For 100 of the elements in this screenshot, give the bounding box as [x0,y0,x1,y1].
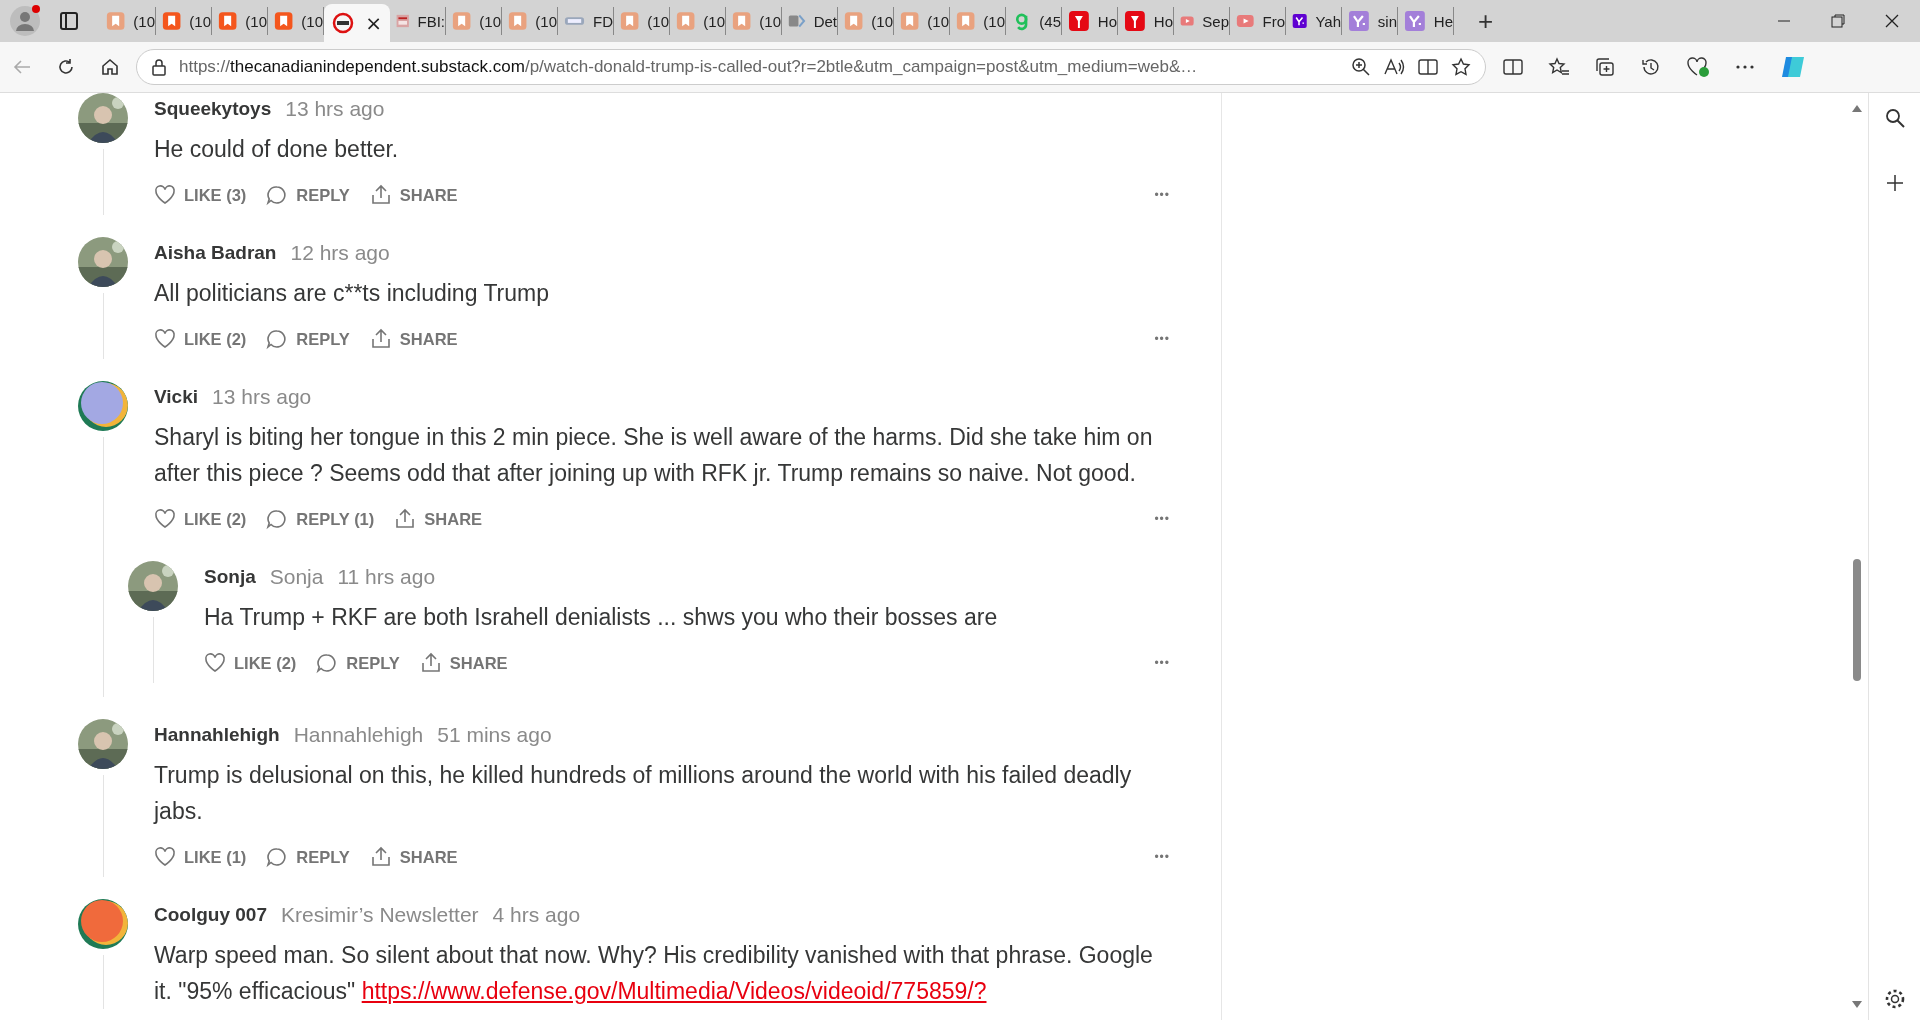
browser-tab[interactable]: FBI: [390,7,446,35]
browser-tab[interactable]: Ho [1062,7,1118,35]
reply-button[interactable]: REPLY [266,328,350,350]
browser-tab[interactable]: Det [782,7,838,35]
reply-button[interactable]: REPLY [266,184,350,206]
browser-tab[interactable]: (10 [446,7,502,35]
browser-tab[interactable]: Yah [1286,7,1342,35]
reply-button[interactable]: REPLY [266,846,350,868]
comment-text: He could of done better. [154,135,400,164]
favorites-icon[interactable] [1548,57,1570,77]
browser-tab[interactable]: (45 [1006,7,1062,35]
restore-icon[interactable] [1830,13,1846,29]
more-options-button[interactable]: ••• [1154,656,1170,670]
author-name[interactable]: Hannahlehigh [154,724,280,746]
scroll-up-icon[interactable] [1851,103,1863,113]
refresh-icon[interactable] [56,57,76,77]
browser-tab[interactable]: Sep [1174,7,1230,35]
favorite-star-icon[interactable] [1451,57,1471,77]
speech-bubble-icon [266,328,289,350]
author-name[interactable]: Aisha Badran [154,242,277,264]
comment-text: Sharyl is biting her tongue in this 2 min piece. She is well aware of the harms. Did she take him on after this piece ? Seems odd that after joining up with RFK jr. Trump remains so naive. Not good. [154,423,1154,488]
site-logo-icon [332,12,354,34]
more-options-button[interactable]: ••• [1154,850,1170,864]
zoom-icon[interactable] [1351,57,1371,77]
reply-button[interactable]: REPLY (1) [266,508,375,530]
more-options-button[interactable]: ••• [1154,332,1170,346]
link[interactable]: https://www.defense.gov/Multimedia/Videos/videoid/775859/? [361,978,987,1004]
speech-bubble-icon [266,184,289,206]
url-text: https://thecanadianindependent.substack.com/p/watch-donald-trump-is-called-out?r=2btle&utm_campaign=post&utm_medium=web&… [179,57,1199,77]
browser-tab[interactable]: (10 [156,7,212,35]
comment-text: All politicians are c**ts including Trump [154,279,550,308]
bookmark-icon [106,10,126,32]
browser-tab[interactable]: sin [1342,7,1398,35]
browser-tab[interactable]: FD [558,7,614,35]
speech-bubble-icon [266,846,289,868]
browser-tab[interactable]: × [324,4,390,42]
browser-tab[interactable]: (10 [502,7,558,35]
browser-tab[interactable]: (10 [614,7,670,35]
split-screen-icon[interactable] [1502,57,1524,77]
immersive-reader-icon[interactable] [1417,57,1439,77]
browser-tab[interactable]: Ho [1118,7,1174,35]
like-button[interactable]: LIKE (2) [154,508,247,530]
y-logo-icon [1404,10,1426,32]
browser-tab[interactable]: (10 [838,7,894,35]
close-tab-button[interactable]: × [365,11,382,35]
author-name[interactable]: Squeekytoys [154,98,272,120]
read-aloud-icon[interactable] [1383,57,1405,77]
share-icon [369,328,392,350]
share-button[interactable]: SHARE [369,184,458,206]
author-name[interactable]: Vicki [154,386,199,408]
author-name[interactable]: Sonja [204,566,256,588]
bookmark-icon [218,10,238,32]
browser-tab[interactable]: (10 [100,7,156,35]
more-options-button[interactable]: ••• [1154,512,1170,526]
share-icon [419,652,442,674]
share-button[interactable]: SHARE [419,652,508,674]
address-bar[interactable]: https://thecanadianindependent.substack.com/p/watch-donald-trump-is-called-out?r=2btle&utm_campaign=post&utm_medium=web&… [136,49,1486,85]
browser-tab[interactable]: (10 [894,7,950,35]
browser-tab[interactable]: (10 [950,7,1006,35]
home-icon[interactable] [100,57,120,77]
author-name[interactable]: Coolguy 007 [154,904,267,926]
share-button[interactable]: SHARE [394,508,483,530]
lock-icon[interactable] [151,58,167,76]
bookmark-icon [844,10,864,32]
scroll-down-icon[interactable] [1851,1000,1863,1010]
share-button[interactable]: SHARE [369,328,458,350]
like-button[interactable]: LIKE (3) [154,184,247,206]
browser-tab[interactable]: He [1398,7,1454,35]
heart-icon [204,652,226,674]
speech-bubble-icon [316,652,339,674]
comment-text: Ha Trump + RKF are both Israhell denialists ... shws you who their bosses are [204,603,999,632]
reply-button[interactable]: REPLY [316,652,400,674]
comment-text: Trump is delusional on this, he killed hundreds of millions around the world with his failed deadly jabs. [154,761,1133,826]
browser-tab[interactable]: (10 [268,7,324,35]
speech-bubble-icon [266,508,289,530]
add-icon[interactable] [1884,173,1905,193]
more-options-button[interactable]: ••• [1154,188,1170,202]
y-logo-icon [1348,10,1370,32]
browser-tab[interactable]: Fro [1230,7,1286,35]
search-icon[interactable] [1883,107,1906,129]
close-icon[interactable] [1884,13,1900,29]
like-button[interactable]: LIKE (2) [154,328,247,350]
profile-icon[interactable] [8,4,42,38]
share-button[interactable]: SHARE [369,846,458,868]
collections-icon[interactable] [1594,57,1616,77]
bookmark-icon [508,10,528,32]
heart-icon [154,508,176,530]
browser-tab[interactable]: (10 [726,7,782,35]
browser-tab[interactable]: (10 [212,7,268,35]
settings-icon[interactable] [1883,988,1906,1010]
performance-icon[interactable] [1686,56,1710,78]
like-button[interactable]: LIKE (2) [204,652,297,674]
like-button[interactable]: LIKE (1) [154,846,247,868]
share-icon [369,846,392,868]
scrollbar-thumb[interactable] [1853,559,1861,681]
browser-tab[interactable]: (10 [670,7,726,35]
bookmark-icon [676,10,696,32]
history-icon[interactable] [1640,57,1662,77]
bookmark-icon [620,10,640,32]
new-tab-button[interactable]: + [1470,5,1502,37]
